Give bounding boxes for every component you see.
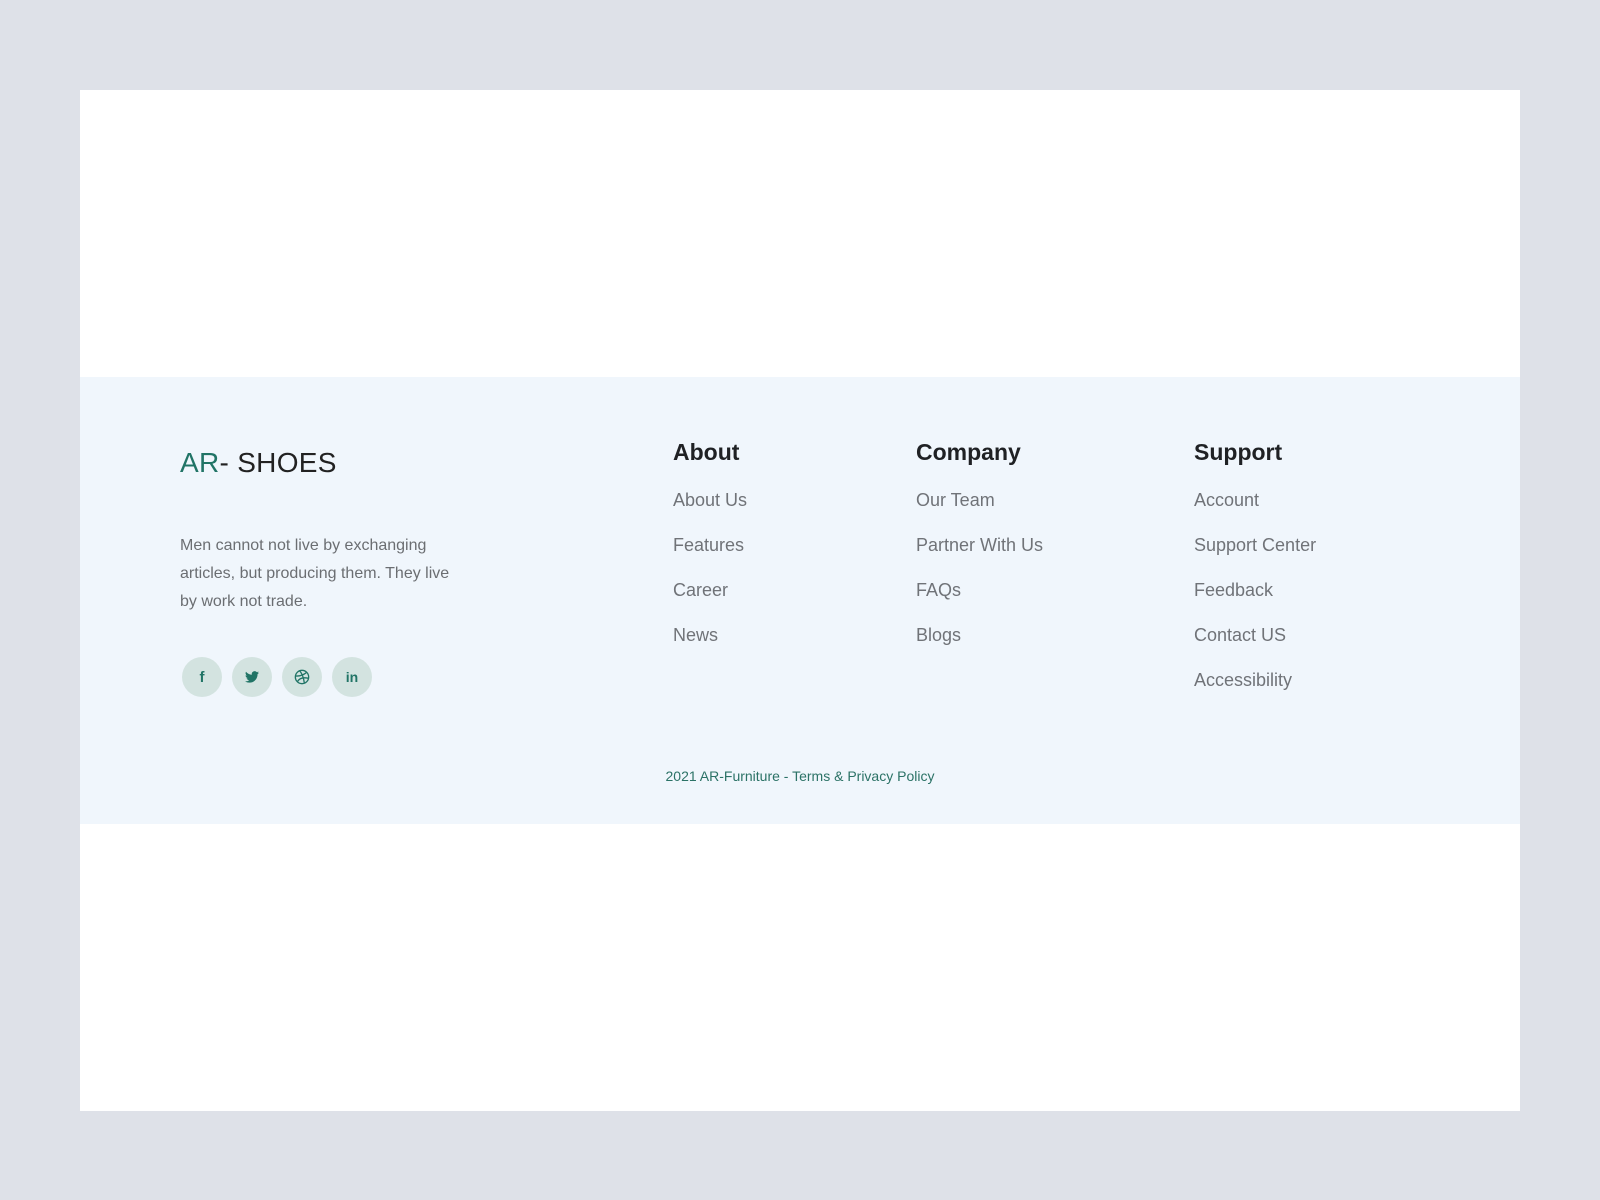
- brand-name: - SHOES: [219, 447, 337, 478]
- footer-link[interactable]: Features: [673, 534, 747, 556]
- footer-link[interactable]: Our Team: [916, 489, 1043, 511]
- facebook-button[interactable]: f: [182, 657, 222, 697]
- footer-link[interactable]: Career: [673, 579, 747, 601]
- footer-column-company: Company Our Team Partner With Us FAQs Bl…: [916, 437, 1043, 669]
- site-footer: AR- SHOES Men cannot not live by exchang…: [80, 377, 1520, 824]
- column-title: Company: [916, 439, 1021, 465]
- column-title: Support: [1194, 439, 1283, 465]
- twitter-button[interactable]: [232, 657, 272, 697]
- linkedin-icon: in: [345, 669, 359, 685]
- brand-logo[interactable]: AR- SHOES: [180, 447, 337, 479]
- footer-link[interactable]: Support Center: [1194, 534, 1316, 556]
- footer-link[interactable]: Partner With Us: [916, 534, 1043, 556]
- footer-link[interactable]: Blogs: [916, 624, 1043, 646]
- column-title: About: [673, 439, 740, 465]
- twitter-icon: [245, 671, 259, 683]
- linkedin-button[interactable]: in: [332, 657, 372, 697]
- brand-description: Men cannot not live by exchanging articl…: [180, 537, 450, 610]
- footer-column-support: Support Account Support Center Feedback …: [1194, 437, 1316, 714]
- footer-link[interactable]: Account: [1194, 489, 1316, 511]
- footer-link[interactable]: FAQs: [916, 579, 1043, 601]
- footer-link[interactable]: News: [673, 624, 747, 646]
- social-links: f in: [182, 657, 372, 697]
- dribbble-button[interactable]: [282, 657, 322, 697]
- facebook-icon: f: [199, 668, 205, 686]
- page-panel: AR- SHOES Men cannot not live by exchang…: [80, 90, 1520, 1111]
- footer-column-about: About About Us Features Career News: [673, 437, 747, 669]
- brand-accent: AR: [180, 447, 220, 478]
- footer-link[interactable]: Feedback: [1194, 579, 1316, 601]
- footer-link[interactable]: About Us: [673, 489, 747, 511]
- footer-link[interactable]: Accessibility: [1194, 669, 1316, 691]
- dribbble-icon: [294, 669, 310, 685]
- copyright-text[interactable]: 2021 AR-Furniture - Terms & Privacy Poli…: [80, 768, 1520, 784]
- footer-link[interactable]: Contact US: [1194, 624, 1316, 646]
